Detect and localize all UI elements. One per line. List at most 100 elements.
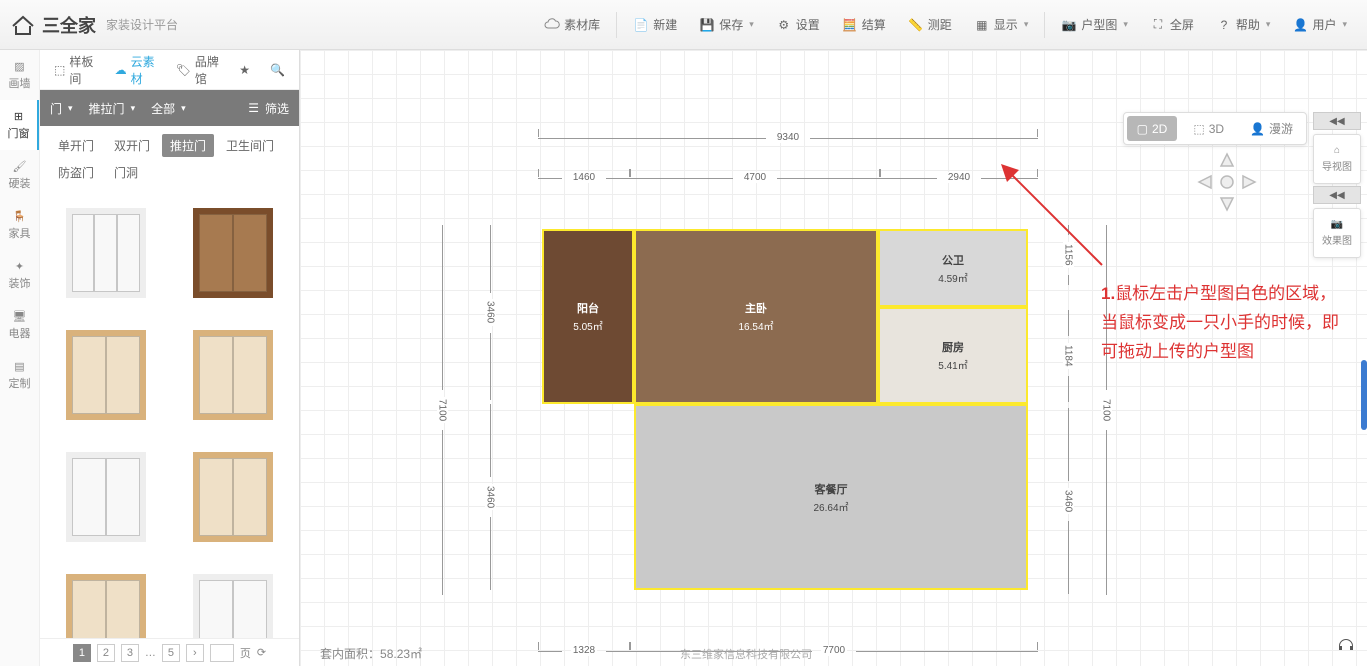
logo-icon (10, 14, 36, 36)
material-lib-button[interactable]: 素材库 (534, 7, 610, 43)
room-living[interactable]: 客餐厅26.64㎡ (634, 404, 1028, 590)
search-button[interactable]: 🔍 (264, 59, 291, 81)
settings-button[interactable]: ⚙设置 (766, 7, 830, 43)
camera-icon: 📷 (1331, 219, 1343, 230)
room-master-area: 16.54㎡ (738, 318, 773, 333)
view-3d[interactable]: ⬚3D (1183, 116, 1234, 141)
room-master-name: 主卧 (745, 300, 767, 316)
tab-cloud[interactable]: ☁云素材 (109, 49, 162, 91)
sidetab-window[interactable]: ⊞门窗 (0, 100, 39, 150)
measure-button[interactable]: 📏测距 (898, 7, 962, 43)
star-icon: ★ (239, 63, 250, 77)
collapse-mid[interactable]: ◀◀ (1313, 186, 1361, 204)
page-last[interactable]: 5 (162, 644, 180, 662)
page-3[interactable]: 3 (121, 644, 139, 662)
user-icon: 👤 (1292, 17, 1308, 33)
help-icon: ? (1216, 17, 1232, 33)
nav-cross[interactable] (1197, 152, 1257, 212)
tab-brand[interactable]: 🏷 品牌馆 (170, 49, 226, 91)
chair-icon: 🪑 (13, 210, 27, 223)
ruler-icon: 📏 (908, 17, 924, 33)
view-roam[interactable]: 👤漫游 (1240, 116, 1303, 141)
favorite-button[interactable]: ★ (233, 59, 256, 81)
door-card[interactable] (48, 198, 164, 308)
fullscreen-button[interactable]: ⛶全屏 (1140, 7, 1204, 43)
room-living-area: 26.64㎡ (813, 499, 848, 514)
sidetab-appliance[interactable]: 🖥电器 (0, 300, 39, 350)
door-card[interactable] (176, 442, 292, 552)
left-panel: ▨画墙 ⊞门窗 🖌硬装 🪑家具 ✦装饰 🖥电器 ▤定制 ⬚样板间 ☁云素材 🏷 品… (0, 50, 300, 666)
room-balcony-area: 5.05㎡ (573, 318, 602, 333)
chip-security[interactable]: 防盗门 (50, 161, 102, 184)
chip-bath[interactable]: 卫生间门 (218, 134, 282, 157)
door-card[interactable] (176, 320, 292, 430)
chip-opening[interactable]: 门洞 (106, 161, 146, 184)
nav-render-box: 📷 效果图 (1313, 208, 1361, 258)
all-select-label: 全部 (151, 100, 175, 117)
nav-guide[interactable]: ⌂导视图 (1314, 135, 1360, 183)
page-input[interactable] (210, 644, 234, 662)
logo-prefix: 三 (42, 16, 60, 36)
calculate-button[interactable]: 🧮结算 (832, 7, 896, 43)
sidetab-custom-label: 定制 (9, 375, 31, 391)
chip-single[interactable]: 单开门 (50, 134, 102, 157)
new-button[interactable]: 📄新建 (623, 7, 687, 43)
door-select[interactable]: 门▾ (50, 100, 73, 117)
filter-icon: ☰ (248, 101, 259, 115)
floorplan-label: 户型图 (1081, 16, 1117, 33)
room-balcony[interactable]: 阳台 5.05㎡ (542, 229, 634, 404)
door-card[interactable] (48, 442, 164, 552)
floorplan-button[interactable]: 📷户型图▾ (1051, 7, 1138, 43)
sparkle-icon: ✦ (15, 260, 24, 273)
page-1[interactable]: 1 (73, 644, 91, 662)
view-3d-label: 3D (1209, 122, 1224, 136)
save-icon: 💾 (699, 17, 715, 33)
room-kitchen[interactable]: 厨房5.41㎡ (878, 307, 1028, 404)
floorplan[interactable]: 阳台5.05㎡ 主卧16.54㎡ 公卫4.59㎡ 厨房5.41㎡ 客餐厅26.6… (538, 225, 1038, 595)
chip-double[interactable]: 双开门 (106, 134, 158, 157)
sidetab-hard[interactable]: 🖌硬装 (0, 150, 39, 200)
topbar: 三全家 家装设计平台 素材库 📄新建 💾保存▾ ⚙设置 🧮结算 📏测距 ▦显示▾… (0, 0, 1367, 50)
door-card[interactable] (176, 564, 292, 638)
door-card[interactable] (48, 564, 164, 638)
slide-select[interactable]: 推拉门▾ (89, 100, 136, 117)
sidetab-deco[interactable]: ✦装饰 (0, 250, 39, 300)
room-master[interactable]: 主卧 16.54㎡ (634, 229, 878, 404)
view-2d[interactable]: ▢2D (1127, 116, 1178, 141)
save-label: 保存 (719, 16, 743, 33)
collapse-top[interactable]: ◀◀ (1313, 112, 1361, 130)
right-slider[interactable] (1361, 360, 1367, 430)
canvas[interactable]: 9340 1460 4700 2940 3460 7100 3460 1156 … (300, 50, 1367, 666)
refresh-icon[interactable]: ⟳ (257, 646, 266, 659)
tab-brand-label: 品牌馆 (195, 53, 219, 87)
footer-area: 套内面积：58.23㎡ (320, 645, 422, 662)
user-button[interactable]: 👤用户▾ (1282, 7, 1357, 43)
logo-subtitle: 家装设计平台 (106, 16, 178, 33)
page-next[interactable]: › (186, 644, 204, 662)
ellipsis: … (145, 647, 156, 659)
save-button[interactable]: 💾保存▾ (689, 7, 764, 43)
home-icon: ⌂ (1334, 145, 1340, 156)
door-card[interactable] (48, 320, 164, 430)
room-balcony-name: 阳台 (577, 300, 599, 316)
category-bar: 门▾ 推拉门▾ 全部▾ ☰筛选 (40, 90, 299, 126)
all-select[interactable]: 全部▾ (151, 100, 186, 117)
nav-render-label: 效果图 (1322, 232, 1352, 247)
sidetab-wall[interactable]: ▨画墙 (0, 50, 39, 100)
camera-icon: 📷 (1061, 17, 1077, 33)
tab-sample[interactable]: ⬚样板间 (48, 49, 101, 91)
help-button[interactable]: ?帮助▾ (1206, 7, 1281, 43)
page-2[interactable]: 2 (97, 644, 115, 662)
view-2d-label: 2D (1152, 122, 1167, 136)
nav-render[interactable]: 📷 效果图 (1314, 209, 1360, 257)
abacus-icon: 🧮 (842, 17, 858, 33)
tag-icon: 🏷 (176, 63, 191, 77)
caret-icon: ▾ (1024, 19, 1029, 30)
sidetab-custom[interactable]: ▤定制 (0, 350, 39, 400)
filter-button[interactable]: ☰筛选 (248, 100, 289, 117)
chip-slide[interactable]: 推拉门 (162, 134, 214, 157)
display-button[interactable]: ▦显示▾ (964, 7, 1039, 43)
support-icon[interactable] (1335, 634, 1357, 656)
door-card[interactable] (176, 198, 292, 308)
sidetab-furniture[interactable]: 🪑家具 (0, 200, 39, 250)
